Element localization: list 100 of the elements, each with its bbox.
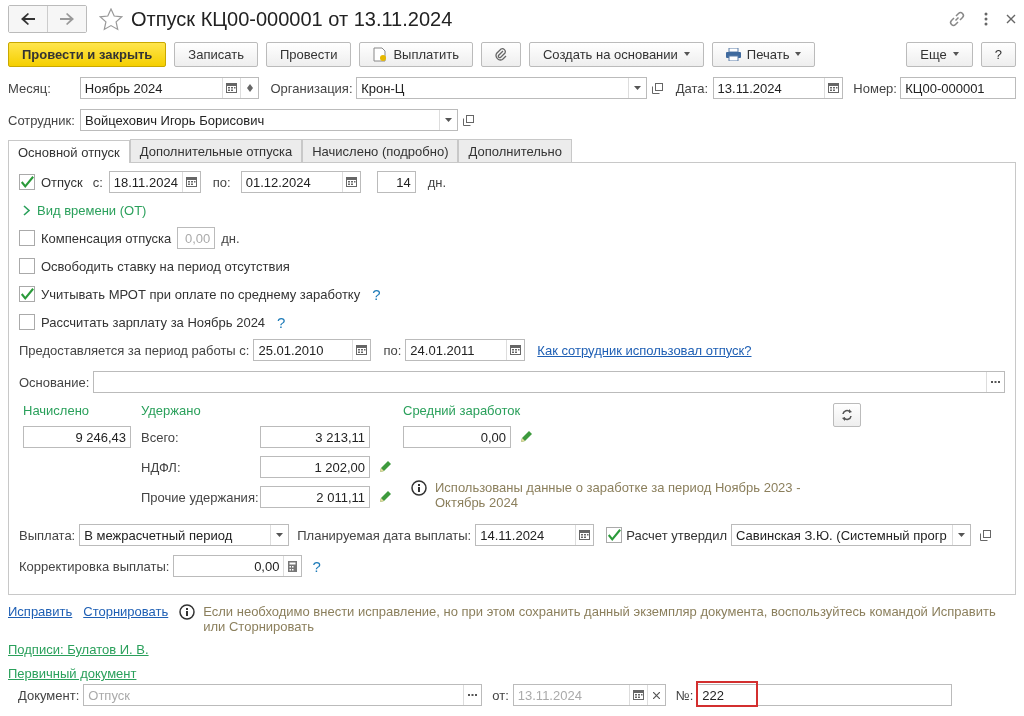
- end-date-field[interactable]: 01.12.2024: [240, 171, 361, 193]
- checkbox-label: Отпуск: [41, 174, 83, 190]
- refresh-button[interactable]: [833, 403, 861, 427]
- paperclip-icon: [494, 47, 507, 61]
- dropdown-icon: [958, 533, 965, 537]
- field-label: №:: [675, 687, 694, 703]
- checkbox[interactable]: [19, 286, 35, 302]
- info-icon: [411, 480, 427, 496]
- payment-date-field[interactable]: 14.11.2024: [475, 524, 595, 546]
- star-icon[interactable]: [99, 7, 123, 31]
- basis-field[interactable]: [93, 371, 1005, 393]
- number-field[interactable]: КЦ00-000001: [900, 77, 1016, 99]
- calculator-icon: [288, 560, 298, 572]
- field-label: Корректировка выплаты:: [19, 558, 170, 574]
- open-window-icon: [463, 114, 474, 126]
- tab[interactable]: Начислено (подробно): [302, 139, 459, 162]
- checkbox-label: Учитывать МРОТ при оплате по среднему заработку: [41, 286, 361, 302]
- unit-label: дн.: [427, 174, 447, 190]
- pencil-icon[interactable]: [378, 460, 392, 474]
- info-text: Использованы данные о заработке за период Ноябрь 2023 - Октябрь 2024: [435, 480, 802, 510]
- action-link[interactable]: Исправить: [8, 604, 73, 619]
- checkbox[interactable]: [19, 258, 35, 274]
- more-icon[interactable]: [984, 12, 988, 26]
- tab[interactable]: Дополнительные отпуска: [129, 139, 303, 162]
- checkbox[interactable]: [19, 314, 35, 330]
- refresh-icon: [841, 409, 853, 421]
- toolbar-button[interactable]: ?: [980, 41, 1016, 67]
- help-link[interactable]: ?: [277, 313, 286, 331]
- usage-link[interactable]: Как сотрудник использовал отпуск?: [537, 342, 752, 358]
- correction-field[interactable]: 0,00: [173, 555, 303, 577]
- toolbar-button[interactable]: Записать: [174, 41, 258, 67]
- field-label: Дата:: [675, 80, 710, 96]
- calendar-button[interactable]: [341, 172, 360, 192]
- toolbar-button[interactable]: Провести: [265, 41, 352, 67]
- checkbox[interactable]: [19, 174, 35, 190]
- date-field[interactable]: 13.11.2024: [712, 77, 844, 99]
- dropdown-icon: [633, 86, 641, 90]
- open-window-icon: [980, 529, 991, 541]
- action-link[interactable]: Сторнировать: [83, 604, 169, 619]
- field-label: от:: [492, 687, 509, 703]
- days-field[interactable]: 14: [376, 171, 416, 193]
- caret-icon: [683, 52, 690, 56]
- post-and-close-button[interactable]: Провести и закрыть: [8, 41, 167, 67]
- caret-icon: [795, 52, 802, 56]
- back-button[interactable]: [9, 6, 47, 32]
- amount-field[interactable]: 1 202,00: [260, 456, 370, 478]
- print-button[interactable]: Печать: [711, 41, 816, 67]
- field-label: Прочие удержания:: [141, 489, 260, 505]
- field-label: Предоставляется за период работы с:: [19, 342, 250, 358]
- menu-button[interactable]: Еще: [906, 41, 973, 67]
- close-icon[interactable]: [1006, 14, 1016, 24]
- forward-arrow-icon: [60, 13, 74, 25]
- unit-label: дн.: [221, 230, 240, 246]
- calendar-button[interactable]: [181, 172, 200, 192]
- field-label: Месяц:: [8, 80, 52, 96]
- field-label: Сотрудник:: [8, 112, 76, 128]
- month-field[interactable]: Ноябрь 2024: [79, 77, 260, 99]
- employee-field[interactable]: Войцехович Игорь Борисович: [80, 109, 458, 131]
- field-label: с:: [92, 174, 103, 190]
- dropdown-icon: [276, 533, 284, 537]
- period-start-field[interactable]: 25.01.2010: [253, 339, 372, 361]
- start-date-field[interactable]: 18.11.2024: [108, 171, 201, 193]
- average-earnings-field[interactable]: 0,00: [403, 426, 511, 448]
- info-icon: [179, 604, 196, 620]
- link-icon[interactable]: [948, 10, 966, 28]
- checkbox[interactable]: [606, 527, 623, 543]
- period-end-field[interactable]: 24.01.2011: [405, 339, 526, 361]
- amount-field[interactable]: 2 011,11: [260, 486, 370, 508]
- field-label: Организация:: [270, 80, 354, 96]
- calendar-button[interactable]: [628, 685, 647, 705]
- tab[interactable]: Основной отпуск: [8, 140, 130, 163]
- checkbox-label: Освободить ставку на период отсутствия: [41, 258, 290, 274]
- attach-button[interactable]: [480, 41, 521, 67]
- chevron-icon[interactable]: [23, 204, 31, 216]
- pay-button[interactable]: Выплатить: [359, 41, 473, 67]
- clear-icon: [652, 691, 660, 699]
- help-link[interactable]: ?: [372, 285, 381, 303]
- approver-field[interactable]: Савинская З.Ю. (Системный прогр: [731, 524, 971, 546]
- menu-button[interactable]: Создать на основании: [528, 41, 704, 67]
- calendar-icon: [632, 690, 644, 700]
- open-window-icon: [651, 82, 663, 94]
- field-label: Номер:: [853, 80, 898, 96]
- section-label: Удержано: [141, 403, 202, 418]
- pencil-icon[interactable]: [519, 430, 533, 444]
- checkbox-label: Рассчитать зарплату за Ноябрь 2024: [41, 314, 266, 330]
- help-link[interactable]: ?: [312, 557, 321, 575]
- amount-field[interactable]: 3 213,11: [260, 426, 370, 448]
- payment-field[interactable]: В межрасчетный период: [79, 524, 290, 546]
- calendar-icon: [226, 83, 238, 93]
- field-label: Выплата:: [19, 527, 76, 543]
- accrued-field[interactable]: 9 246,43: [23, 426, 131, 448]
- field-label: НДФЛ:: [141, 459, 182, 475]
- document-icon: [373, 46, 388, 62]
- field-label: по:: [212, 174, 231, 190]
- calendar-icon: [345, 177, 357, 187]
- checkbox-label: Расчет утвердил: [626, 527, 727, 543]
- organization-field[interactable]: Крон-Ц: [356, 77, 647, 99]
- pencil-icon[interactable]: [378, 490, 392, 504]
- section-label: Средний заработок: [403, 403, 522, 418]
- tab[interactable]: Дополнительно: [458, 139, 573, 162]
